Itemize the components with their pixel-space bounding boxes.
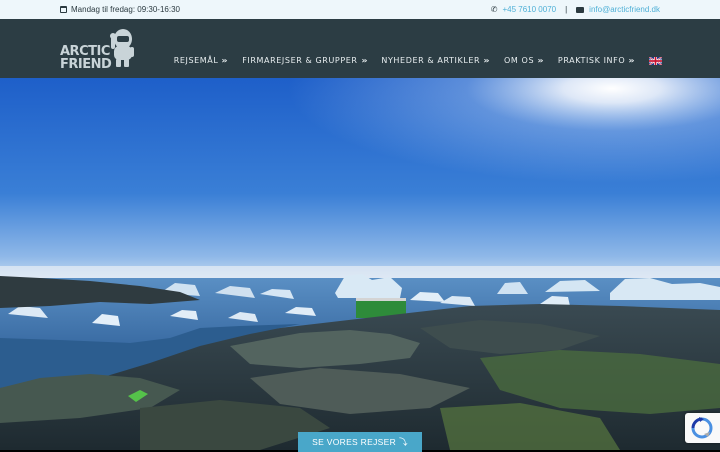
- top-info-bar: Mandag til fredag: 09:30-16:30 ✆ +45 761…: [0, 0, 720, 19]
- logo-text-line2: FRIEND: [60, 57, 112, 72]
- nav-item-label: FIRMAREJSER & GRUPPER: [242, 56, 358, 65]
- chevron-down-icon: »: [628, 55, 636, 65]
- uk-flag-icon[interactable]: [649, 56, 662, 65]
- chevron-down-icon: »: [483, 55, 491, 65]
- site-logo[interactable]: ARCTIC FRIEND: [60, 25, 136, 71]
- arrow-down-icon: ⤵: [399, 437, 408, 447]
- nav-item-praktisk-info[interactable]: PRAKTISK INFO »: [558, 56, 635, 65]
- main-navigation: REJSEMÅL » FIRMAREJSER & GRUPPER » NYHED…: [174, 56, 662, 65]
- main-header: ARCTIC FRIEND REJSEMÅL » FIRMAREJSER & G…: [0, 19, 720, 78]
- mascot-icon: [110, 29, 134, 67]
- contact-info: ✆ +45 7610 0070 | info@arcticfriend.dk: [491, 5, 660, 14]
- cta-label: SE VORES REJSER: [312, 437, 397, 447]
- recaptcha-badge[interactable]: [685, 413, 720, 443]
- chevron-down-icon: »: [537, 55, 545, 65]
- nav-item-nyheder[interactable]: NYHEDER & ARTIKLER »: [381, 56, 490, 65]
- recaptcha-icon: [691, 417, 713, 439]
- landscape-photo: [0, 78, 720, 450]
- nav-item-firmarejser[interactable]: FIRMAREJSER & GRUPPER »: [242, 56, 367, 65]
- calendar-icon: [60, 6, 67, 13]
- chevron-down-icon: »: [361, 55, 368, 65]
- opening-hours: Mandag til fredag: 09:30-16:30: [60, 5, 180, 14]
- phone-icon: ✆: [490, 5, 498, 14]
- nav-item-label: PRAKTISK INFO: [557, 56, 626, 65]
- contact-separator: |: [565, 5, 568, 14]
- see-trips-button[interactable]: SE VORES REJSER ⤵: [298, 432, 422, 452]
- nav-item-om-os[interactable]: OM OS »: [504, 56, 544, 65]
- nav-item-rejsemaal[interactable]: REJSEMÅL »: [174, 56, 229, 65]
- nav-item-label: OM OS: [504, 56, 535, 65]
- hero-image: [0, 78, 720, 450]
- opening-hours-text: Mandag til fredag: 09:30-16:30: [71, 5, 180, 14]
- chevron-down-icon: »: [221, 55, 229, 65]
- nav-item-label: NYHEDER & ARTIKLER: [381, 56, 481, 65]
- envelope-icon: [576, 6, 585, 13]
- email-link[interactable]: info@arcticfriend.dk: [589, 5, 660, 14]
- nav-item-label: REJSEMÅL: [173, 56, 219, 65]
- phone-link[interactable]: +45 7610 0070: [502, 5, 556, 14]
